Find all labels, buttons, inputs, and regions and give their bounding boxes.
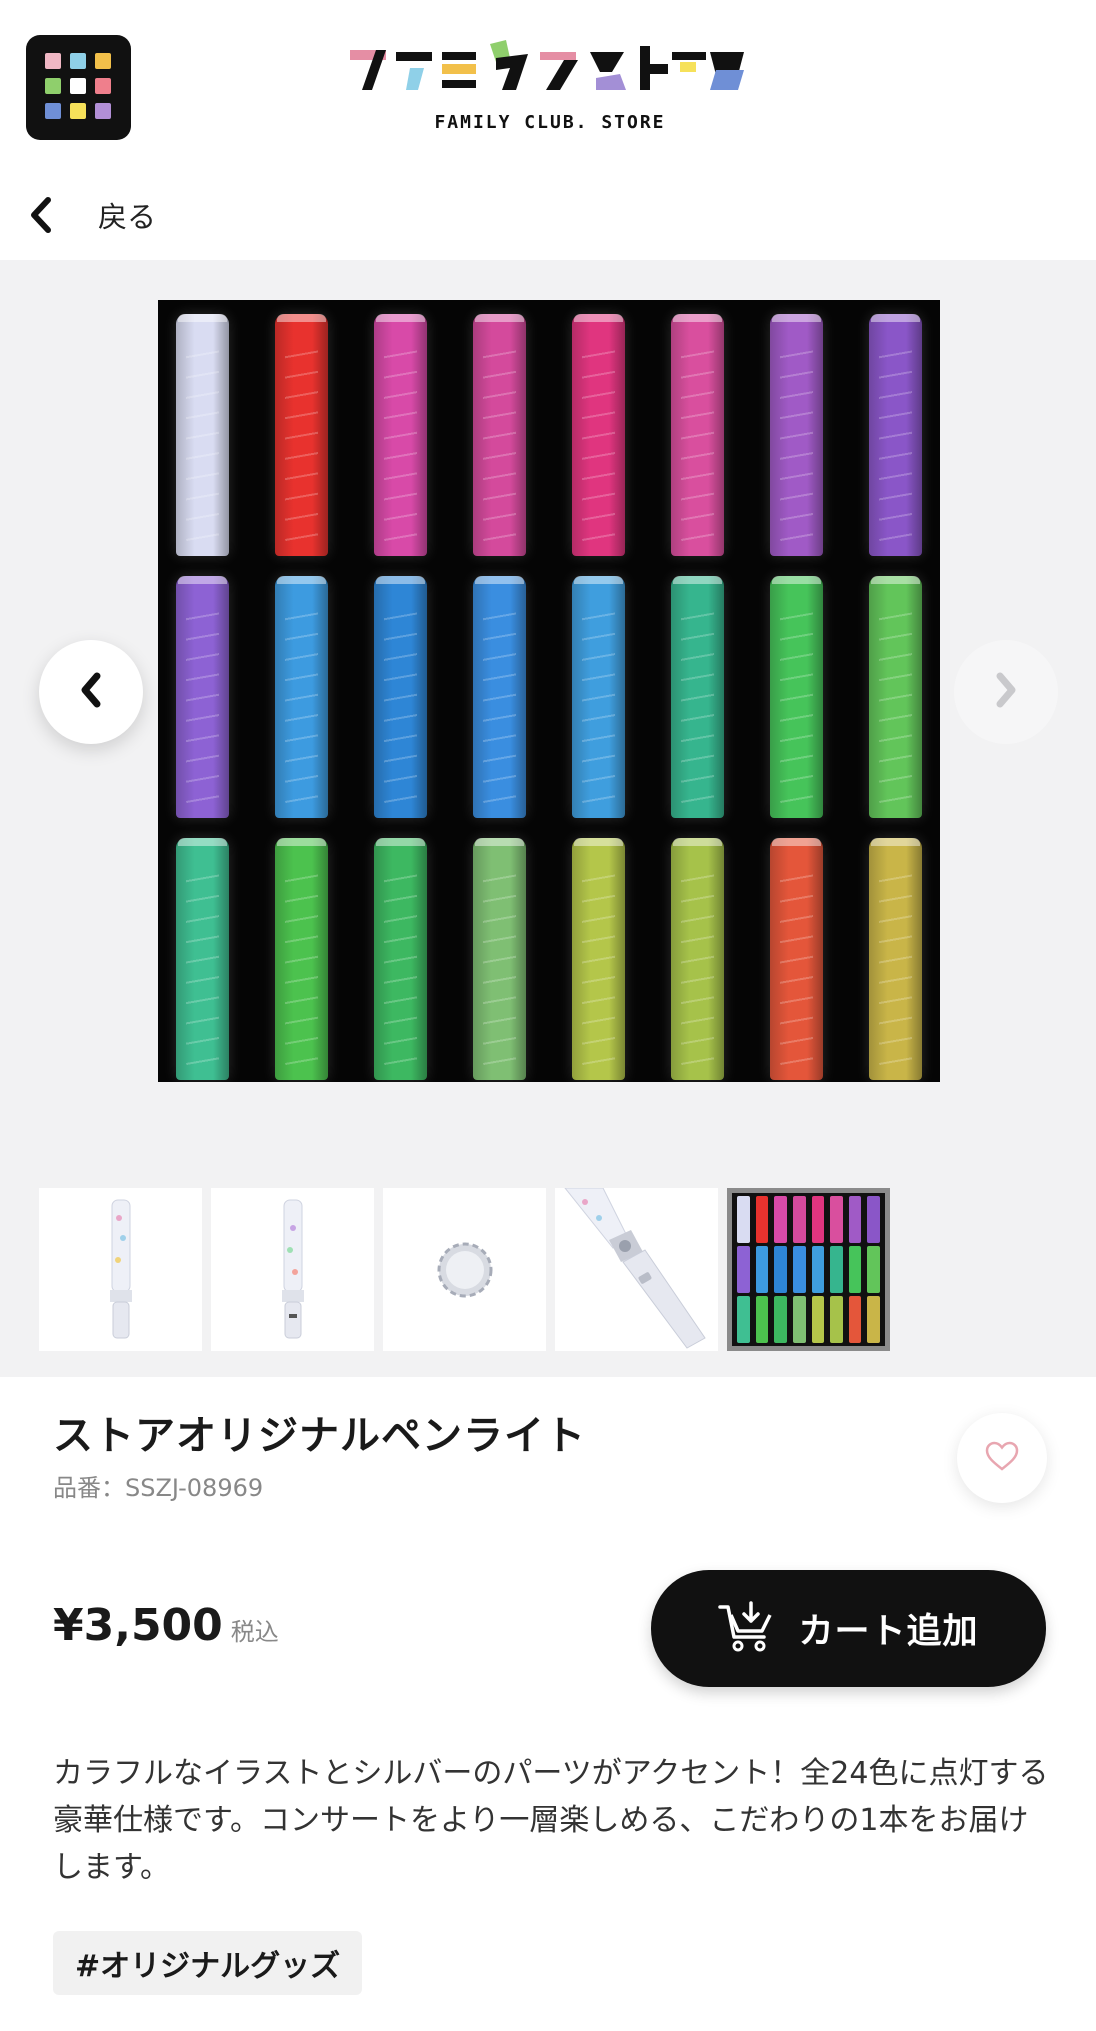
header: FAMILY CLUB. STORE	[0, 0, 1096, 170]
back-nav[interactable]: 戻る	[0, 172, 1096, 257]
penlight-19	[374, 838, 427, 1080]
thumb-penlight-20	[792, 1296, 806, 1343]
penlight-back-image	[282, 1199, 304, 1339]
thumb-penlight-7	[848, 1196, 862, 1243]
penlight-grid	[176, 314, 922, 1082]
logo-subtitle: FAMILY CLUB. STORE	[434, 112, 666, 133]
product-tag[interactable]: #オリジナルグッズ	[53, 1931, 363, 1995]
gallery-prev-button[interactable]	[39, 640, 143, 744]
thumb-penlight-3	[774, 1196, 787, 1243]
thumb-penlight-15	[848, 1246, 862, 1293]
thumbnail-1[interactable]	[39, 1188, 202, 1351]
penlight-20	[473, 838, 526, 1080]
penlight-12	[473, 576, 526, 818]
penlight-detail-image	[564, 1188, 706, 1349]
penlight-24	[869, 838, 922, 1080]
add-to-cart-button[interactable]: カート追加	[651, 1570, 1046, 1687]
chevron-right-icon	[993, 670, 1019, 714]
cart-button-label: カート追加	[798, 1612, 979, 1652]
penlight-22	[671, 838, 724, 1080]
cart-add-icon	[718, 1600, 776, 1657]
thumb-penlight-10	[755, 1246, 769, 1293]
heart-icon	[985, 1441, 1019, 1475]
back-label[interactable]: 戻る	[98, 194, 156, 236]
thumb-penlight-8	[867, 1196, 880, 1243]
thumb-penlight-16	[867, 1246, 880, 1293]
penlight-4	[473, 314, 526, 556]
penlight-5	[572, 314, 625, 556]
thumb-penlight-14	[830, 1246, 843, 1293]
tax-label: 税込	[230, 1618, 279, 1646]
logo-wordmark-graphic	[350, 40, 744, 90]
thumbnail-5-selected[interactable]	[727, 1188, 890, 1351]
thumb-penlight-12	[792, 1246, 806, 1293]
thumb-penlight-13	[811, 1246, 825, 1293]
penlight-1	[176, 314, 229, 556]
penlight-18	[275, 838, 328, 1080]
thumb-penlight-6	[830, 1196, 843, 1243]
penlight-11	[374, 576, 427, 818]
penlight-10	[275, 576, 328, 818]
thumb-penlight-23	[848, 1296, 862, 1343]
thumb-penlight-2	[755, 1196, 769, 1243]
thumb-penlight-24	[867, 1296, 880, 1343]
penlight-17	[176, 838, 229, 1080]
penlight-3	[374, 314, 427, 556]
penlight-front-image	[110, 1199, 132, 1339]
thumb-penlight-9	[737, 1246, 750, 1293]
penlight-2	[275, 314, 328, 556]
penlight-8	[869, 314, 922, 556]
penlight-21	[572, 838, 625, 1080]
store-logo[interactable]: FAMILY CLUB. STORE	[345, 40, 755, 139]
penlight-7	[770, 314, 823, 556]
thumb-penlight-18	[755, 1296, 769, 1343]
thumb-penlight-19	[774, 1296, 787, 1343]
penlight-top-image	[437, 1242, 493, 1298]
product-price: ¥3,500	[53, 1600, 223, 1651]
price-row: ¥3,500 税込	[53, 1600, 279, 1651]
penlight-14	[671, 576, 724, 818]
favorite-button[interactable]	[957, 1413, 1047, 1503]
chevron-left-icon[interactable]	[24, 195, 58, 235]
thumbnail-2[interactable]	[211, 1188, 374, 1351]
thumb-penlight-21	[811, 1296, 825, 1343]
product-gallery	[0, 260, 1096, 1377]
thumb-penlight-17	[737, 1296, 750, 1343]
logo-mark	[345, 40, 755, 100]
thumbnail-strip	[39, 1188, 890, 1351]
product-main-image[interactable]	[158, 300, 940, 1082]
penlight-6	[671, 314, 724, 556]
thumb-penlight-5	[811, 1196, 825, 1243]
penlight-16	[869, 576, 922, 818]
thumb-penlight-11	[774, 1246, 787, 1293]
penlight-13	[572, 576, 625, 818]
penlight-15	[770, 576, 823, 818]
thumb-penlight-22	[830, 1296, 843, 1343]
product-title: ストアオリジナルペンライト	[53, 1413, 586, 1459]
app-grid-icon[interactable]	[26, 35, 131, 140]
product-description: カラフルなイラストとシルバーのパーツがアクセント！全24色に点灯する豪華仕様です…	[53, 1756, 1049, 1885]
penlight-9	[176, 576, 229, 818]
thumbnail-4[interactable]	[555, 1188, 718, 1351]
thumb-penlight-4	[792, 1196, 806, 1243]
penlight-colors-thumbnail	[737, 1196, 880, 1343]
thumbnail-3[interactable]	[383, 1188, 546, 1351]
chevron-left-icon	[78, 670, 104, 714]
penlight-23	[770, 838, 823, 1080]
thumb-penlight-1	[737, 1196, 750, 1243]
product-sku: 品番：SSZJ-08969	[53, 1474, 264, 1502]
gallery-next-button[interactable]	[954, 640, 1058, 744]
